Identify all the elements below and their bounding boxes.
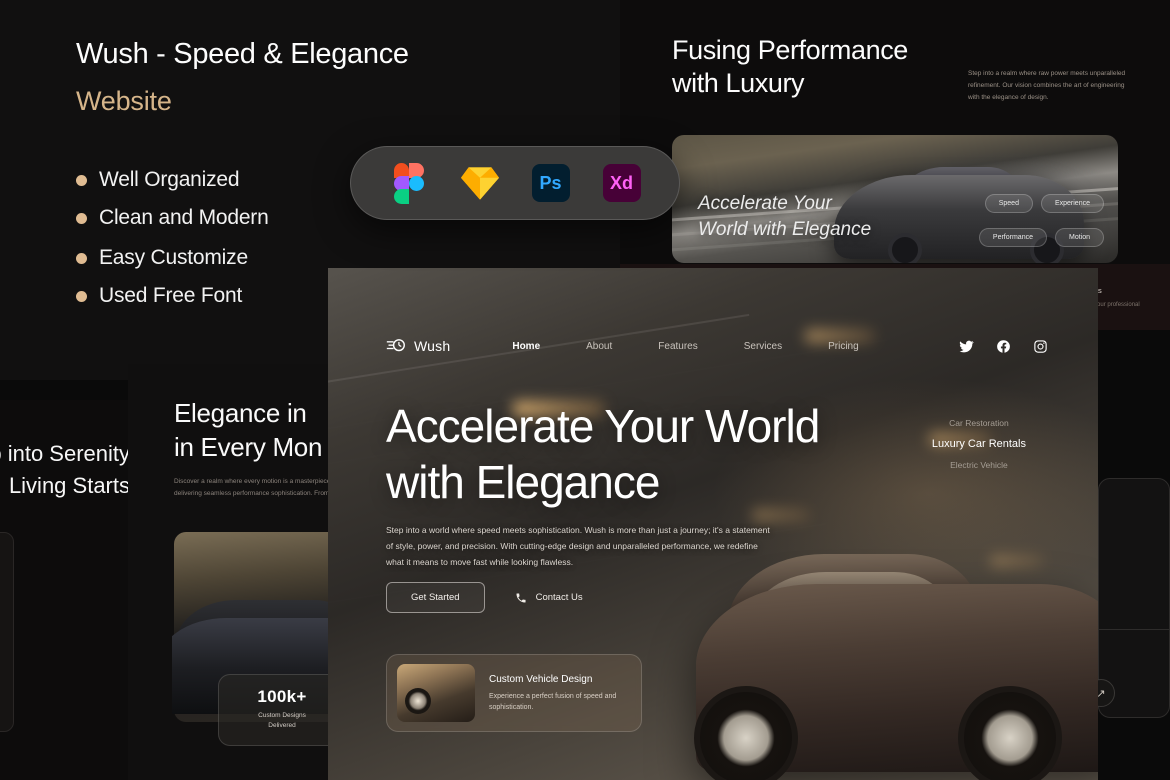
xd-icon[interactable]: Xd [599, 160, 645, 206]
list-item: Used Free Font [76, 284, 269, 308]
list-item: Easy Customize [76, 246, 269, 270]
twitter-icon[interactable] [959, 339, 974, 354]
contact-us-label: Contact Us [535, 592, 583, 603]
photoshop-label: Ps [531, 164, 570, 202]
custom-vehicle-design-card[interactable]: Custom Vehicle Design Experience a perfe… [386, 654, 642, 732]
tag-chip[interactable]: Performance [978, 228, 1047, 247]
list-item-label: Used Free Font [99, 284, 243, 307]
bullet-dot-icon [76, 174, 87, 186]
about-paragraph: Step into a realm where raw power meets … [968, 70, 1126, 101]
cta-row: Get Started Contact Us [386, 582, 583, 613]
brand-name: Wush [414, 338, 451, 354]
hero-heading: Accelerate Your World with Elegance [386, 400, 820, 508]
nav-item-services[interactable]: Services [744, 341, 782, 352]
hero-paragraph: Step into a world where speed meets soph… [386, 525, 770, 567]
phone-icon [516, 593, 526, 603]
social-links [959, 339, 1048, 354]
instagram-icon[interactable] [1033, 339, 1048, 354]
contact-us-button[interactable]: Contact Us [515, 592, 583, 604]
list-item-label: Easy Customize [99, 246, 248, 269]
tag-row-top: Speed Experience [984, 194, 1104, 213]
side-menu-item-electric-vehicle[interactable]: Electric Vehicle [932, 460, 1026, 470]
elegance-heading: Elegance in in Every Mon [174, 398, 323, 462]
about-hero-caption: Accelerate Your World with Elegance [698, 193, 872, 240]
figma-icon[interactable] [386, 160, 432, 206]
tag-chip[interactable]: Speed [984, 194, 1033, 213]
list-item: Well Organized [76, 168, 269, 192]
page-subtitle: Website [76, 86, 172, 116]
card-thumbnail [397, 664, 475, 722]
bullet-dot-icon [76, 290, 87, 302]
nav-links: Home About Features Services Pricing [512, 341, 858, 352]
tag-chip[interactable]: Experience [1040, 194, 1104, 213]
hero-section: Wush Home About Features Services Pricin… [328, 268, 1098, 780]
presentation-canvas: Wush - Speed & Elegance Website Well Org… [0, 0, 1170, 780]
serenity-slide: tep into Serenity Living Starts [0, 400, 136, 780]
side-category-menu: Car Restoration Luxury Car Rentals Elect… [932, 408, 1026, 480]
bullet-dot-icon [76, 252, 87, 264]
design-tools-bar: Ps Xd [350, 146, 680, 220]
nav-item-pricing[interactable]: Pricing [828, 341, 859, 352]
side-menu-item-car-restoration[interactable]: Car Restoration [932, 418, 1026, 428]
xd-label: Xd [602, 164, 641, 202]
side-preview-panel: ↗ [1087, 478, 1170, 718]
navbar: Wush Home About Features Services Pricin… [328, 326, 1098, 366]
list-item-label: Clean and Modern [99, 206, 269, 229]
divider [1099, 629, 1169, 630]
get-started-button[interactable]: Get Started [386, 582, 485, 613]
brand-logo[interactable]: Wush [386, 336, 450, 356]
list-item: Clean and Modern [76, 206, 269, 230]
side-menu-item-luxury-car-rentals[interactable]: Luxury Car Rentals [932, 438, 1026, 450]
about-hero-image: Accelerate Your World with Elegance Spee… [672, 135, 1118, 263]
about-heading: Fusing Performance with Luxury [672, 35, 908, 98]
serenity-heading: tep into Serenity Living Starts [0, 441, 130, 498]
page-title: Wush - Speed & Elegance [76, 38, 409, 70]
nav-item-home[interactable]: Home [512, 341, 540, 352]
list-item-label: Well Organized [99, 168, 240, 191]
bullet-dot-icon [76, 212, 87, 224]
tag-row-bottom: Performance Motion [978, 228, 1104, 247]
feature-list: Well Organized Clean and Modern Easy Cus… [76, 168, 269, 322]
stat-badge: 100k+ Custom Designs Delivered [218, 674, 346, 746]
nav-item-about[interactable]: About [586, 341, 612, 352]
sketch-icon[interactable] [457, 160, 503, 206]
tag-chip[interactable]: Motion [1054, 228, 1104, 247]
photoshop-icon[interactable]: Ps [528, 160, 574, 206]
facebook-icon[interactable] [996, 339, 1011, 354]
serenity-thumbnail [0, 532, 14, 732]
card-description: Experience a perfect fusion of speed and… [489, 692, 617, 711]
nav-item-features[interactable]: Features [658, 341, 697, 352]
card-title: Custom Vehicle Design [489, 673, 593, 685]
stat-caption: Custom Designs Delivered [258, 712, 306, 729]
stat-number: 100k+ [257, 687, 307, 706]
speedometer-icon [386, 339, 405, 352]
